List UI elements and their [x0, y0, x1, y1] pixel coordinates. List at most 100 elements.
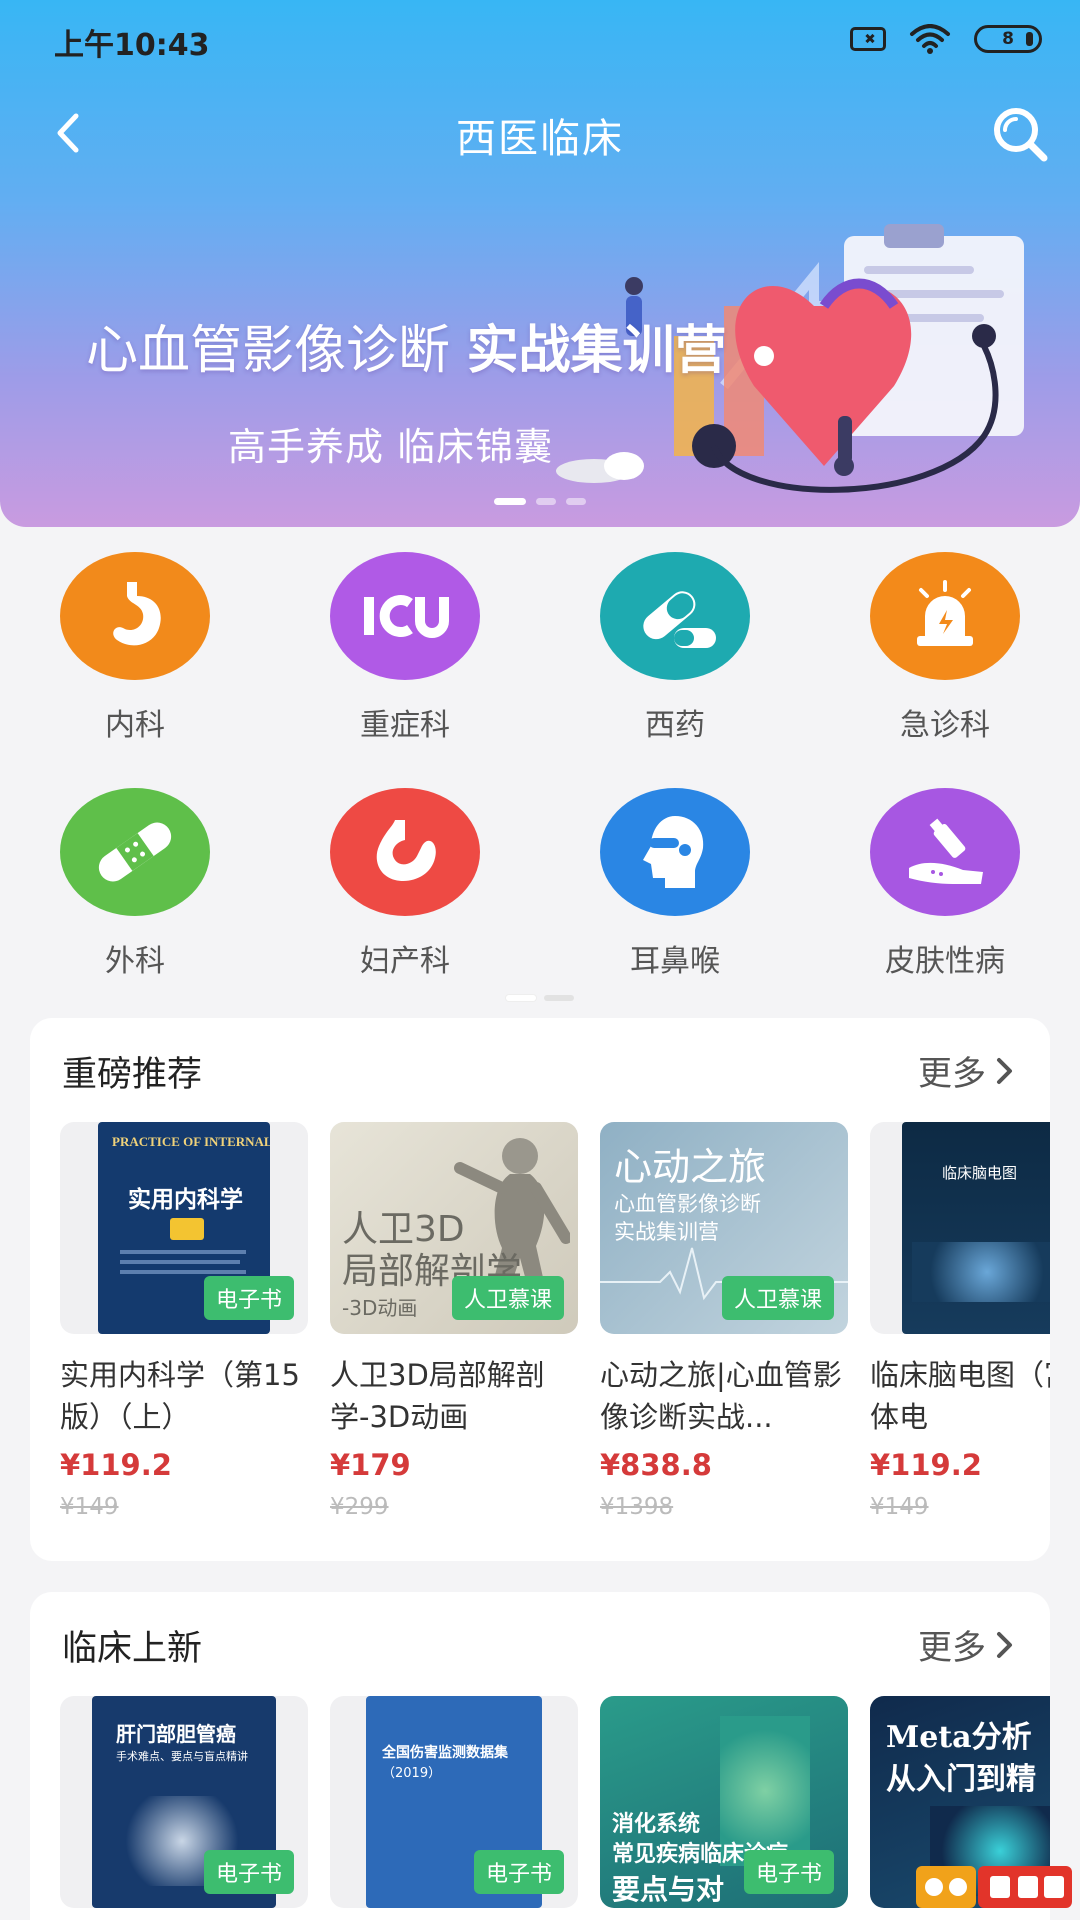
stomach-icon	[113, 582, 161, 646]
more-link[interactable]: 更多	[918, 1620, 1016, 1669]
more-link[interactable]: 更多	[918, 1046, 1016, 1095]
book-original-price: ¥149	[60, 1494, 119, 1520]
book-price: ¥119.2	[870, 1448, 982, 1482]
banner-title: 心血管影像诊断 实战集训营	[86, 308, 727, 383]
book-cover: 心动之旅 心血管影像诊断 实战集训营 人卫慕课	[600, 1122, 848, 1334]
book-name: 实用内科学（第15版）（上）	[60, 1358, 300, 1434]
category-icon-bg	[600, 552, 750, 680]
cover-title: 实用内科学	[128, 1186, 243, 1213]
category-dermatology[interactable]: 皮肤性病	[810, 788, 1080, 980]
banner-subtitle: 高手养成 临床锦囊	[228, 425, 554, 469]
book-card[interactable]: 临床脑电图 临床脑电图（富媒体电 ¥119.2 ¥149	[870, 1122, 1050, 1520]
pager-dot[interactable]	[544, 995, 574, 1001]
section-title: 重磅推荐	[62, 1055, 203, 1095]
cover-title: 肝门部胆管癌	[116, 1722, 236, 1746]
book-badge: 电子书	[473, 1850, 564, 1894]
book-name: 临床脑电图（富媒体电	[870, 1358, 1050, 1434]
category-icu[interactable]: 重症科	[270, 552, 540, 744]
wifi-icon	[910, 24, 950, 54]
book-badge: 电子书	[203, 1850, 294, 1894]
search-icon[interactable]	[988, 102, 1052, 166]
book-cover: 消化系统 常见疾病临床诊疗 要点与对 电子书	[600, 1696, 848, 1908]
category-label: 急诊科	[900, 708, 990, 743]
category-icon-bg	[330, 552, 480, 680]
cover-subtitle: 手术难点、要点与盲点精讲	[116, 1750, 248, 1763]
cover-title: 全国伤害监测数据集	[382, 1745, 508, 1761]
watermark-logo-icon	[916, 1866, 1072, 1908]
book-name: 人卫3D局部解剖学-3D动画	[330, 1358, 545, 1434]
hero-header: 上午10:43 8 西医临床 心血管影像诊断 实战集训营 高手养成 临床锦囊	[0, 0, 1080, 527]
category-obstetrics[interactable]: 妇产科	[270, 788, 540, 980]
book-card[interactable]: 心动之旅 心血管影像诊断 实战集训营 人卫慕课 心动之旅|心血管影像诊断实战..…	[600, 1122, 848, 1520]
banner-title-normal: 心血管影像诊断	[86, 321, 451, 381]
book-cover: 临床脑电图	[870, 1122, 1050, 1334]
book-cover: 全国伤害监测数据集 （2019） 电子书	[330, 1696, 578, 1908]
category-ent[interactable]: 耳鼻喉	[540, 788, 810, 980]
cover-title: 消化系统	[612, 1812, 701, 1837]
status-bar: 上午10:43 8	[0, 0, 1080, 80]
book-name: 心动之旅|心血管影像诊断实战...	[600, 1358, 842, 1434]
category-label: 西药	[645, 708, 705, 743]
cover-subtitle-2: 实战集训营	[614, 1220, 719, 1244]
cover-en-title: PRACTICE OF INTERNAL MEDICINE	[112, 1134, 270, 1149]
book-badge: 电子书	[743, 1850, 834, 1894]
category-emergency[interactable]: 急诊科	[810, 552, 1080, 744]
cover-line	[120, 1270, 246, 1274]
book-card[interactable]: 全国伤害监测数据集 （2019） 电子书	[330, 1696, 578, 1908]
battery-level: 8	[1002, 29, 1014, 49]
new-arrivals-section: 临床上新 更多 肝门部胆管癌 手术难点、要点与盲点精讲 电子书 全国伤害监测数据…	[30, 1592, 1050, 1920]
cover-title: 心动之旅	[614, 1145, 767, 1189]
book-badge: 电子书	[203, 1276, 294, 1320]
cover-subtitle: 从入门到精	[886, 1762, 1036, 1797]
category-label: 皮肤性病	[885, 944, 1005, 979]
category-icon-bg	[60, 788, 210, 916]
book-cover: PRACTICE OF INTERNAL MEDICINE 实用内科学 电子书	[60, 1122, 308, 1334]
status-time: 上午10:43	[54, 28, 210, 63]
book-carousel: PRACTICE OF INTERNAL MEDICINE 实用内科学 电子书 …	[60, 1122, 1050, 1561]
book-badge: 人卫慕课	[451, 1276, 564, 1320]
category-label: 重症科	[360, 708, 450, 743]
category-label: 耳鼻喉	[630, 944, 720, 979]
cover-subtitle-2: 要点与对	[612, 1873, 725, 1906]
bandage-icon	[98, 822, 172, 882]
book-cover: 人卫3D 局部解剖学 -3D动画 人卫慕课	[330, 1122, 578, 1334]
book-card[interactable]: PRACTICE OF INTERNAL MEDICINE 实用内科学 电子书 …	[60, 1122, 308, 1520]
cover-title: Meta分析	[886, 1720, 1032, 1755]
chevron-right-icon	[997, 1057, 1012, 1084]
category-pager	[0, 995, 1080, 1001]
book-card[interactable]: 肝门部胆管癌 手术难点、要点与盲点精讲 电子书	[60, 1696, 308, 1908]
category-grid: 内科 重症科 西药 急诊科 外科 妇产科 耳鼻喉 皮肤性病	[0, 540, 1080, 1010]
skin-cream-icon	[909, 818, 983, 884]
recommend-section: 重磅推荐 更多 PRACTICE OF INTERNAL MEDICINE 实用…	[30, 1018, 1050, 1561]
pager-dot[interactable]	[506, 995, 536, 1001]
pager-dot[interactable]	[566, 498, 586, 505]
promo-banner[interactable]: 心血管影像诊断 实战集训营 高手养成 临床锦囊	[0, 176, 1080, 527]
pager-dot[interactable]	[494, 498, 526, 505]
section-title: 临床上新	[62, 1629, 203, 1669]
book-price: ¥119.2	[60, 1448, 172, 1482]
category-icon-bg	[870, 552, 1020, 680]
more-label: 更多	[918, 1054, 986, 1094]
book-price: ¥838.8	[600, 1448, 712, 1482]
category-western-medicine[interactable]: 西药	[540, 552, 810, 744]
cover-subtitle: 心血管影像诊断	[614, 1192, 761, 1216]
book-cover: 肝门部胆管癌 手术难点、要点与盲点精讲 电子书	[60, 1696, 308, 1908]
brain-image-icon	[912, 1242, 1050, 1302]
no-sim-icon	[850, 27, 886, 51]
edition-badge-icon	[170, 1218, 204, 1240]
category-label: 外科	[105, 944, 165, 979]
book-original-price: ¥299	[330, 1494, 389, 1520]
cover-title: 临床脑电图	[942, 1164, 1018, 1182]
icu-icon	[364, 595, 449, 638]
category-internal-medicine[interactable]: 内科	[0, 552, 270, 744]
category-label: 妇产科	[360, 944, 450, 979]
category-surgery[interactable]: 外科	[0, 788, 270, 980]
pager-dot[interactable]	[536, 498, 556, 505]
cover-subtitle: -3D动画	[342, 1296, 418, 1320]
category-icon-bg	[870, 788, 1020, 916]
uterus-icon	[376, 820, 436, 882]
book-original-price: ¥149	[870, 1494, 929, 1520]
siren-icon	[917, 580, 973, 646]
book-card[interactable]: 消化系统 常见疾病临床诊疗 要点与对 电子书	[600, 1696, 848, 1908]
book-card[interactable]: 人卫3D 局部解剖学 -3D动画 人卫慕课 人卫3D局部解剖学-3D动画 ¥17…	[330, 1122, 578, 1520]
